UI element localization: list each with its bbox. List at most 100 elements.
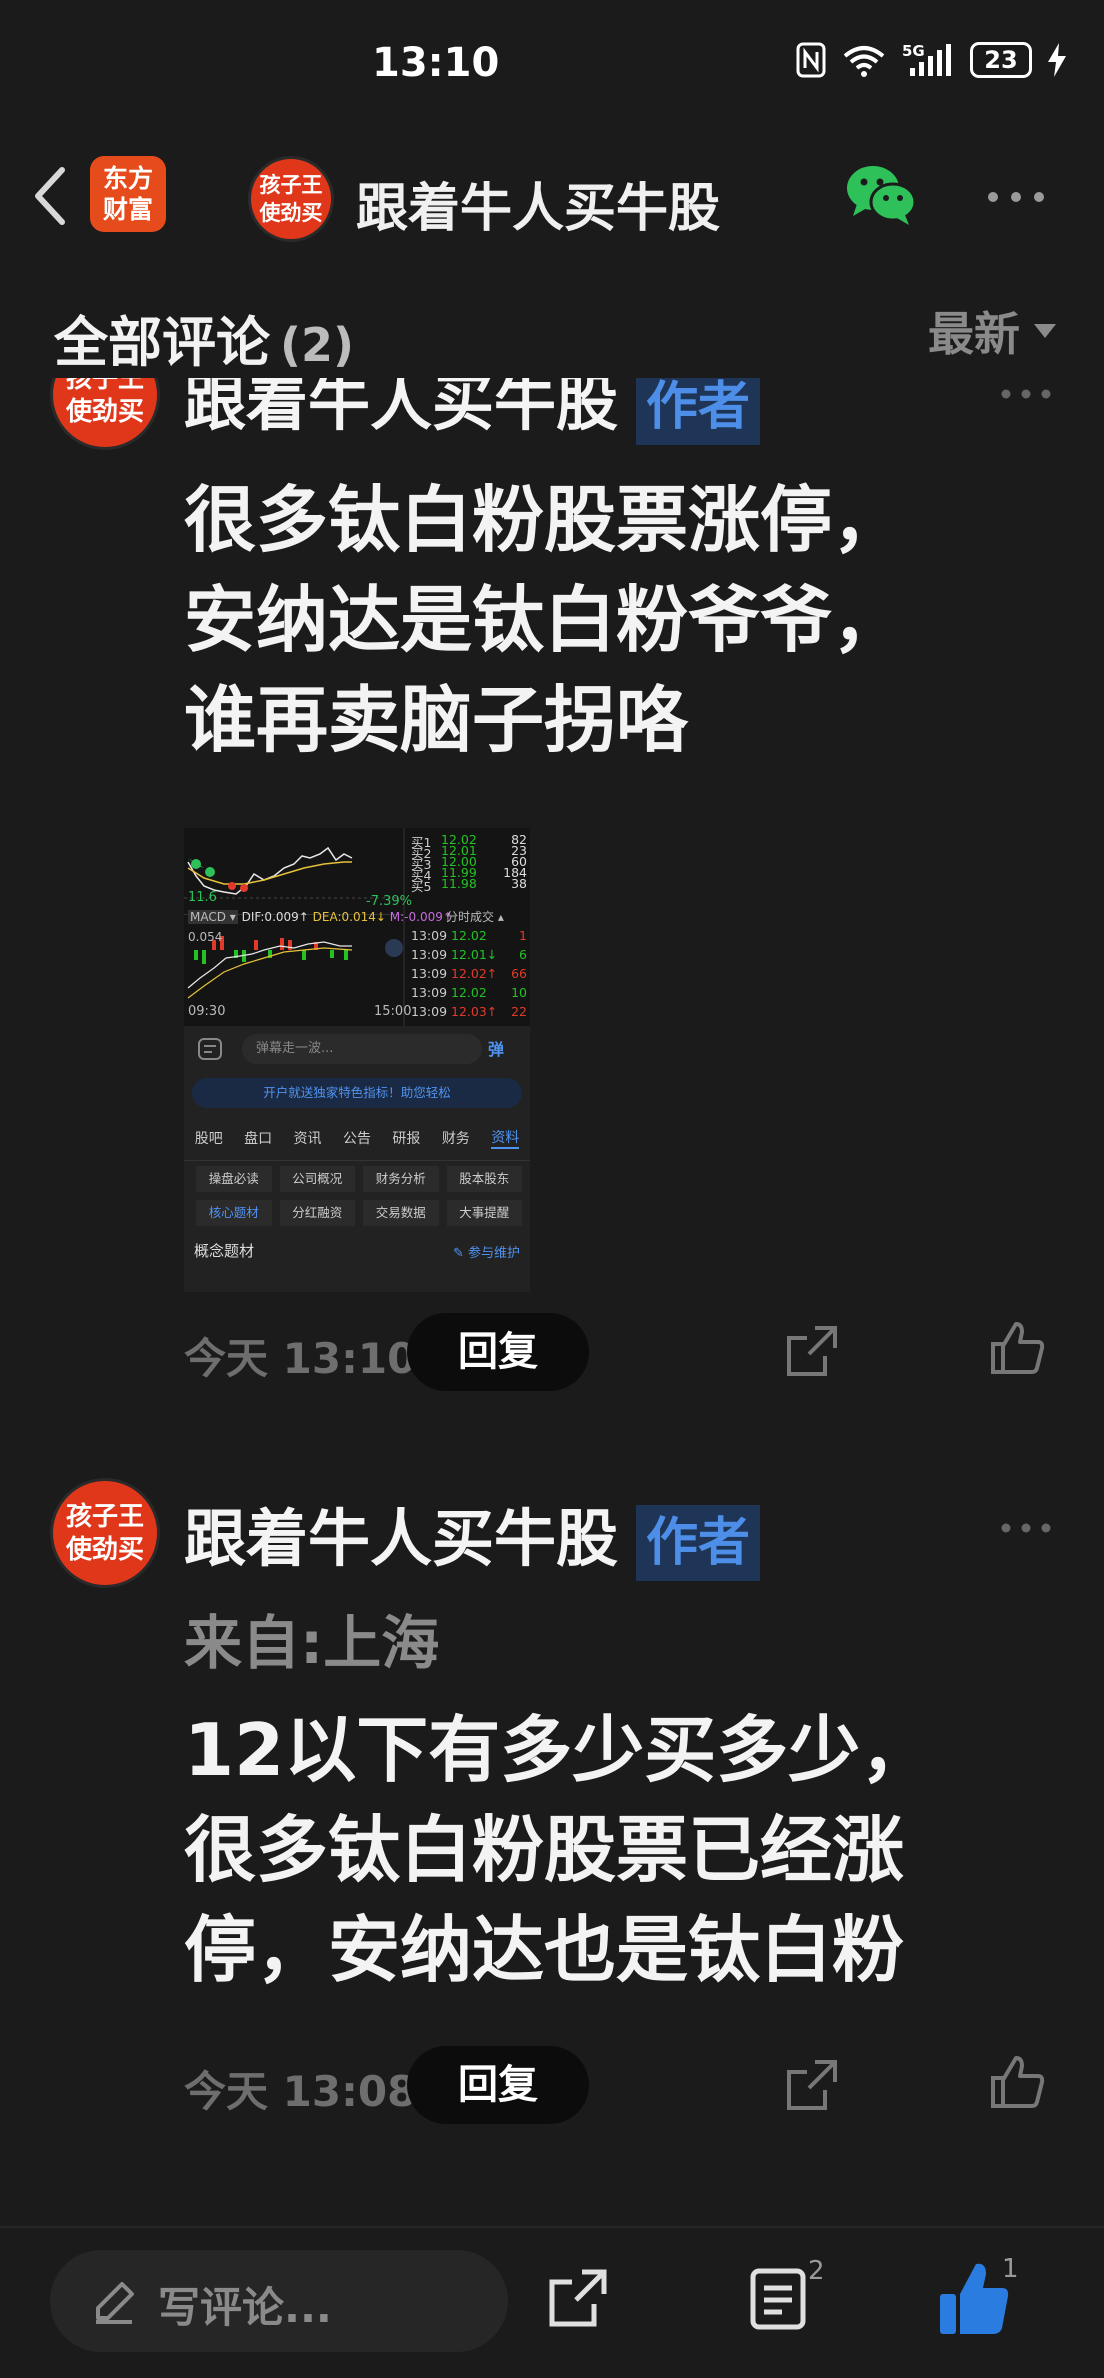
comment-time: 今天 13:10 <box>184 1334 417 1383</box>
tick-price: 12.02 <box>451 985 487 1000</box>
grid-item[interactable]: 操盘必读 <box>196 1166 272 1192</box>
comment-author[interactable]: 跟着牛人买牛股 作者 <box>184 1488 761 1581</box>
tick-vol: 1 <box>519 928 527 943</box>
comment-more-icon[interactable] <box>1000 388 1052 400</box>
tick-time: 13:09 <box>411 985 448 1000</box>
tab-news[interactable]: 资讯 <box>294 1128 322 1148</box>
comments-list-icon[interactable] <box>750 2268 806 2330</box>
post-title: 跟着牛人买牛股 <box>356 179 721 239</box>
status-bar: 13:10 5G 23 <box>0 0 1104 130</box>
status-time: 13:10 <box>372 40 500 86</box>
wechat-share-icon[interactable] <box>845 162 917 228</box>
stock-chart: 11.6 -7.39% MACD ▾ DIF:0.009↑ DEA:0.014↓… <box>184 828 530 1026</box>
pencil-icon <box>96 2282 134 2324</box>
tick-row: 13:09 12.02 10 <box>411 985 529 1000</box>
comment-time: 今天 13:08 <box>184 2067 417 2116</box>
author-badge: 作者 <box>636 368 761 445</box>
sort-dropdown[interactable]: 最新 <box>928 298 1056 364</box>
tick-time: 13:09 <box>411 928 448 943</box>
time-end: 15:00 <box>374 1004 412 1019</box>
concept-title: 概念题材 <box>194 1242 255 1260</box>
tab-finance[interactable]: 财务 <box>442 1128 470 1148</box>
ob-price: 11.98 <box>441 876 477 891</box>
tick-price: 12.03↑ <box>451 1004 498 1019</box>
maintain-link[interactable]: ✎ 参与维护 <box>453 1242 520 1261</box>
tick-price: 12.02↑ <box>451 966 498 981</box>
reply-button[interactable]: 回复 <box>407 2046 589 2124</box>
like-icon[interactable] <box>990 1320 1046 1376</box>
tick-time: 13:09 <box>411 966 448 981</box>
grid-item[interactable]: 大事提醒 <box>446 1200 522 1226</box>
charging-icon <box>1048 43 1066 77</box>
comments-header: 全部评论 (2) 最新 <box>0 268 1104 378</box>
grid-item[interactable]: 股本股东 <box>446 1166 522 1192</box>
promo-banner[interactable]: 开户就送独家特色指标！助您轻松 <box>192 1078 522 1108</box>
battery-icon: 23 <box>970 42 1032 78</box>
grid-item[interactable]: 核心题材 <box>196 1200 272 1226</box>
app-logo[interactable]: 东方 财富 <box>90 156 166 232</box>
tick-vol: 66 <box>511 966 527 981</box>
author-badge: 作者 <box>636 1504 761 1581</box>
tick-vol: 6 <box>519 947 527 962</box>
tick-price: 12.02 <box>451 928 487 943</box>
write-comment-input[interactable]: 写评论... <box>50 2250 508 2352</box>
stock-tabs: 股吧 盘口 资讯 公告 研报 财务 资料 <box>184 1116 530 1161</box>
danmaku-input[interactable]: 弹幕走一波... <box>242 1034 482 1064</box>
grid-item[interactable]: 公司概况 <box>279 1166 355 1192</box>
tab-notice[interactable]: 公告 <box>343 1128 371 1148</box>
comment-text: 12以下有多少买多少， 很多钛白粉股票已经涨 停，安纳达也是钛白粉 <box>184 1708 933 1992</box>
comment-more-icon[interactable] <box>1000 1522 1052 1534</box>
grid-item[interactable]: 分红融资 <box>279 1200 355 1226</box>
tick-row: 13:09 12.01↓ 6 <box>411 947 529 962</box>
like-icon[interactable] <box>990 2054 1046 2110</box>
order-book-row: 买5 11.98 38 <box>411 876 529 895</box>
more-options-icon[interactable] <box>986 190 1046 204</box>
ob-vol: 38 <box>511 876 527 891</box>
comment-image[interactable]: 11.6 -7.39% MACD ▾ DIF:0.009↑ DEA:0.014↓… <box>184 828 530 1292</box>
profile-grid: 操盘必读 公司概况 财务分析 股本股东 核心题材 分红融资 交易数据 大事提醒 <box>196 1166 522 1226</box>
grid-item[interactable]: 财务分析 <box>363 1166 439 1192</box>
caret-down-icon <box>1034 324 1056 338</box>
comments-title: 全部评论 (2) <box>54 311 355 374</box>
tick-time: 13:09 <box>411 1004 448 1019</box>
ticks-title: 分时成交 ▴ <box>446 910 504 924</box>
tab-pankou[interactable]: 盘口 <box>244 1128 272 1148</box>
comments-count: (2) <box>280 318 355 372</box>
macd-row: MACD ▾ DIF:0.009↑ DEA:0.014↓ M:-0.009↑ <box>188 910 453 924</box>
author-avatar[interactable]: 孩子王 使劲买 <box>248 156 334 242</box>
tick-vol: 10 <box>511 985 527 1000</box>
share-icon[interactable] <box>785 1324 839 1378</box>
ob-label: 买5 <box>411 879 432 894</box>
nav-bar: 东方 财富 孩子王 使劲买 跟着牛人买牛股 <box>0 130 1104 270</box>
tick-row: 13:09 12.02↑ 66 <box>411 966 529 981</box>
grid-item[interactable]: 交易数据 <box>363 1200 439 1226</box>
send-icon[interactable]: 弹 <box>488 1036 518 1062</box>
tick-row: 13:09 12.02 1 <box>411 928 529 943</box>
comment-text: 很多钛白粉股票涨停， 安纳达是钛白粉爷爷， 谁再卖脑子拐咯 <box>184 478 905 762</box>
share-icon[interactable] <box>785 2058 839 2112</box>
comment-location: 来自:上海 <box>184 1609 440 1677</box>
wifi-icon <box>843 46 885 77</box>
macd-scale: 0.054 <box>188 930 223 944</box>
share-icon[interactable] <box>548 2268 608 2328</box>
danmaku-icon[interactable] <box>198 1038 222 1060</box>
reply-button[interactable]: 回复 <box>407 1313 589 1391</box>
tab-profile[interactable]: 资料 <box>491 1127 520 1149</box>
tick-time: 13:09 <box>411 947 448 962</box>
svg-text:5G: 5G <box>902 42 925 60</box>
bottom-action-bar: 写评论... 2 1 <box>0 2226 1104 2378</box>
like-count: 1 <box>1002 2254 1019 2284</box>
tab-guba[interactable]: 股吧 <box>195 1128 223 1148</box>
back-arrow-icon[interactable] <box>22 156 82 236</box>
price-label: 11.6 <box>188 890 217 905</box>
nfc-icon <box>796 42 826 78</box>
tab-research[interactable]: 研报 <box>392 1128 420 1148</box>
status-icons: 5G 23 <box>796 42 1066 78</box>
time-start: 09:30 <box>188 1004 226 1019</box>
thumbs-up-icon[interactable] <box>938 2260 1010 2338</box>
comment-count: 2 <box>808 2256 825 2286</box>
tick-vol: 22 <box>511 1004 527 1019</box>
comment-avatar[interactable]: 孩子王 使劲买 <box>50 1478 160 1588</box>
tick-price: 12.01↓ <box>451 947 498 962</box>
change-label: -7.39% <box>366 894 412 909</box>
